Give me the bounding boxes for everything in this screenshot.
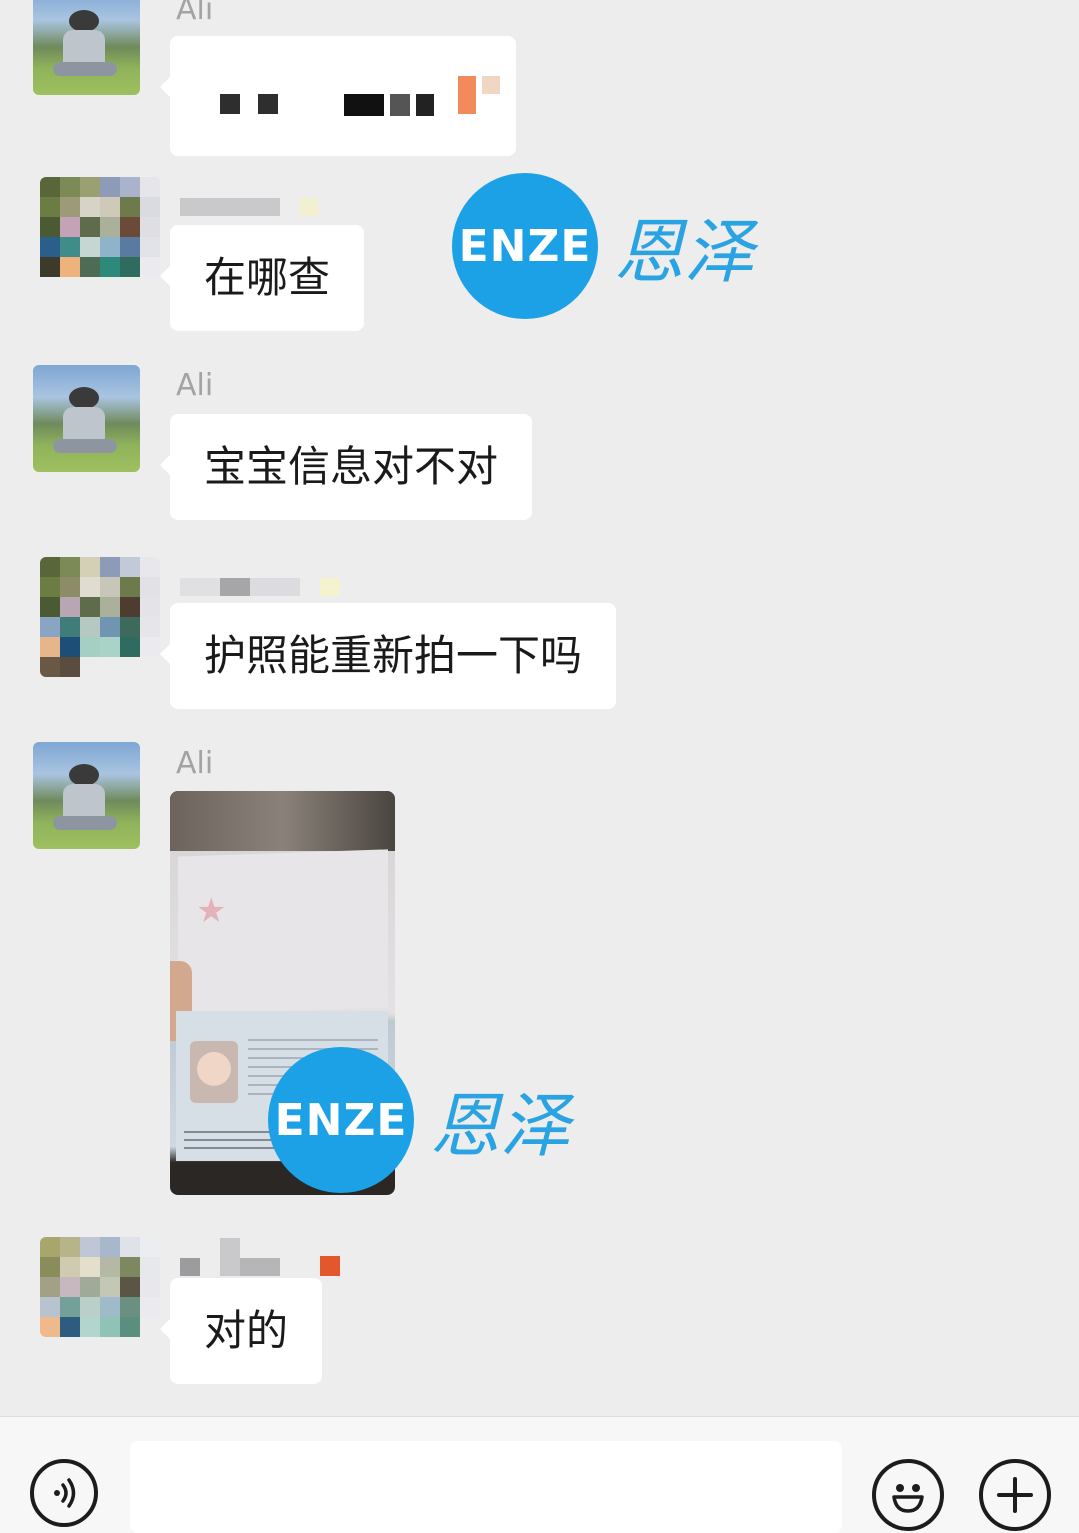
plus-icon <box>997 1477 1033 1513</box>
emoji-button[interactable] <box>872 1459 944 1531</box>
emoji-icon <box>892 1484 924 1513</box>
avatar[interactable] <box>33 742 140 849</box>
sender-name-pixelated <box>180 1238 340 1276</box>
message-bubble[interactable]: 护照能重新拍一下吗 <box>159 603 617 709</box>
voice-icon <box>54 1478 76 1508</box>
plus-button[interactable] <box>979 1459 1051 1531</box>
message-input[interactable] <box>130 1441 842 1533</box>
watermark-text: 恩泽 <box>430 1084 570 1167</box>
input-bar <box>0 1416 1079 1533</box>
message-text: 在哪查 <box>204 253 331 302</box>
message-bubble[interactable]: 对的 <box>159 1278 323 1384</box>
watermark: ENZE 恩泽 <box>452 173 754 319</box>
message-bubble[interactable]: 在哪查 <box>159 225 365 331</box>
avatar-person <box>69 387 99 409</box>
avatar-legs <box>53 439 117 453</box>
star-icon: ★ <box>196 891 227 931</box>
avatar[interactable] <box>40 1237 160 1337</box>
chat-area[interactable]: Ali 在哪查 Ali 宝宝信息对不对 护照能重新拍一下吗 Ali ★ 对的 E… <box>0 0 1079 1416</box>
avatar-legs <box>53 816 117 830</box>
avatar-person <box>69 10 99 32</box>
passport-page <box>178 849 388 1015</box>
avatar-person <box>69 764 99 786</box>
passport-portrait <box>190 1041 238 1103</box>
avatar[interactable] <box>40 557 160 677</box>
sender-name: Ali <box>176 0 214 27</box>
photo-floor <box>170 791 395 851</box>
message-text: 护照能重新拍一下吗 <box>204 631 583 680</box>
sender-name: Ali <box>176 746 214 781</box>
sender-name: Ali <box>176 368 214 403</box>
watermark: ENZE 恩泽 <box>268 1047 570 1193</box>
avatar[interactable] <box>40 177 160 297</box>
message-text: 对的 <box>204 1306 289 1355</box>
watermark-text: 恩泽 <box>614 210 754 293</box>
sender-name-pixelated <box>180 198 318 216</box>
avatar[interactable] <box>33 0 140 95</box>
message-text: 宝宝信息对不对 <box>204 442 499 491</box>
watermark-logo: ENZE <box>452 173 598 319</box>
message-bubble[interactable]: 宝宝信息对不对 <box>159 414 533 520</box>
watermark-logo: ENZE <box>268 1047 414 1193</box>
sender-name-pixelated <box>180 578 340 596</box>
voice-button[interactable] <box>30 1459 98 1527</box>
avatar[interactable] <box>33 365 140 472</box>
message-bubble[interactable] <box>160 36 516 156</box>
pixelated-content <box>220 76 500 116</box>
avatar-legs <box>53 62 117 76</box>
